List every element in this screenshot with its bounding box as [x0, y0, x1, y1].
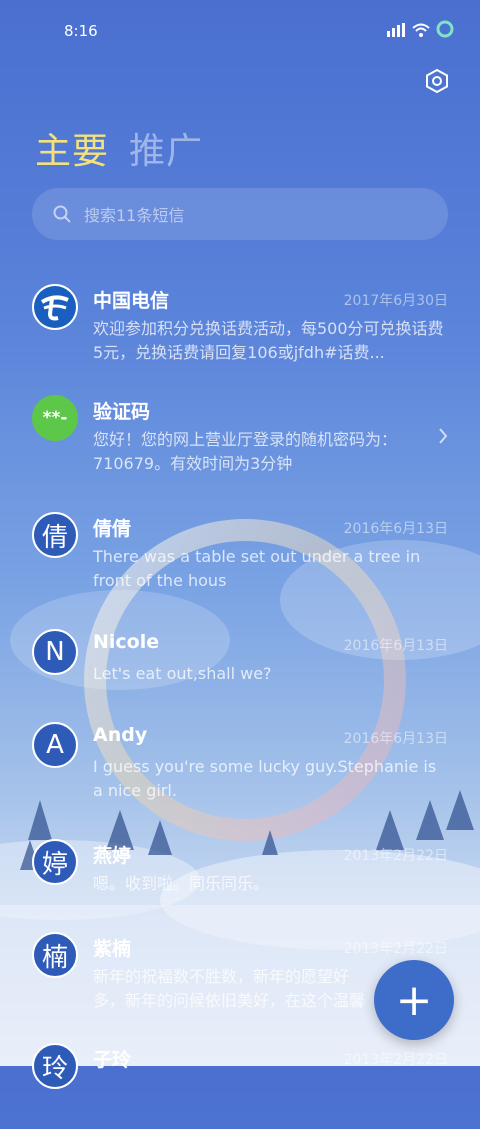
- message-row-verification[interactable]: **- 验证码 您好！您的网上营业厅登录的随机密码为：710679。有效时间为3…: [0, 381, 480, 498]
- wifi-icon: [412, 22, 430, 41]
- message-preview: 欢迎参加积分兑换话费活动，每500分可兑换话费5元，兑换话费请回复106或jfd…: [93, 319, 444, 362]
- message-row-qianqian[interactable]: 倩 倩倩 2016年6月13日 There was a table set ou…: [0, 498, 480, 615]
- status-bar: 8:16: [0, 0, 480, 62]
- sender-name: 中国电信: [93, 290, 170, 312]
- tab-main[interactable]: 主要: [35, 122, 109, 174]
- message-date: 2016年6月13日: [343, 521, 448, 537]
- sender-name: 验证码: [93, 401, 151, 423]
- sender-name: 子玲: [93, 1049, 132, 1071]
- message-preview: 嗯。收到啦。同乐同乐。: [93, 874, 270, 893]
- chevron-right-icon: [439, 428, 448, 444]
- message-preview: There was a table set out under a tree i…: [93, 547, 421, 590]
- message-row-telecom[interactable]: 中国电信 2017年6月30日 欢迎参加积分兑换话费活动，每500分可兑换话费5…: [0, 270, 480, 381]
- message-date: 2016年6月13日: [343, 731, 448, 747]
- avatar: 倩: [32, 512, 78, 558]
- search-placeholder: 搜索11条短信: [84, 206, 185, 225]
- message-date: 2013年2月22日: [343, 941, 448, 957]
- avatar: 玲: [32, 1043, 78, 1089]
- message-row-ziling[interactable]: 玲 子玲 2013年2月22日: [0, 1029, 480, 1129]
- sender-name: 紫楠: [93, 938, 132, 960]
- avatar: A: [32, 722, 78, 768]
- system-icons: [386, 20, 454, 42]
- search-icon: [53, 205, 71, 223]
- signal-icon: [386, 22, 406, 41]
- new-message-button[interactable]: +: [374, 960, 454, 1040]
- message-date: 2016年6月13日: [343, 638, 448, 654]
- tab-promotion[interactable]: 推广: [129, 122, 203, 174]
- sender-name: Andy: [93, 724, 148, 746]
- battery-ring-icon: [436, 20, 454, 42]
- message-date: 2013年2月22日: [343, 1052, 448, 1068]
- plus-icon: +: [395, 974, 433, 1026]
- tab-bar: 主要 推广: [35, 122, 203, 174]
- china-telecom-logo-icon: [34, 286, 76, 328]
- message-preview: 您好！您的网上营业厅登录的随机密码为：710679。有效时间为3分钟: [93, 430, 398, 473]
- search-bar[interactable]: 搜索11条短信: [32, 188, 448, 240]
- message-row-yanting[interactable]: 婷 燕婷 2013年2月22日 嗯。收到啦。同乐同乐。: [0, 825, 480, 918]
- message-preview: I guess you're some lucky guy.Stephanie …: [93, 757, 437, 800]
- settings-icon: [426, 68, 448, 94]
- message-preview: 新年的祝福数不胜数，新年的愿望好多，新年的问候依旧美好，在这个温馨的: [93, 967, 366, 1010]
- sender-name: 倩倩: [93, 518, 132, 540]
- message-row-andy[interactable]: A Andy 2016年6月13日 I guess you're some lu…: [0, 708, 480, 825]
- message-preview: Let's eat out,shall we?: [93, 664, 272, 683]
- message-date: 2013年2月22日: [343, 848, 448, 864]
- sender-name: 燕婷: [93, 845, 132, 867]
- status-time: 8:16: [64, 22, 98, 40]
- settings-button[interactable]: [424, 68, 450, 94]
- sender-name: Nicole: [93, 631, 160, 653]
- message-row-nicole[interactable]: N Nicole 2016年6月13日 Let's eat out,shall …: [0, 615, 480, 708]
- message-date: 2017年6月30日: [343, 293, 448, 309]
- avatar-code: **-: [32, 395, 78, 441]
- avatar: 婷: [32, 839, 78, 885]
- avatar: N: [32, 629, 78, 675]
- avatar-telecom: [32, 284, 78, 330]
- avatar: 楠: [32, 932, 78, 978]
